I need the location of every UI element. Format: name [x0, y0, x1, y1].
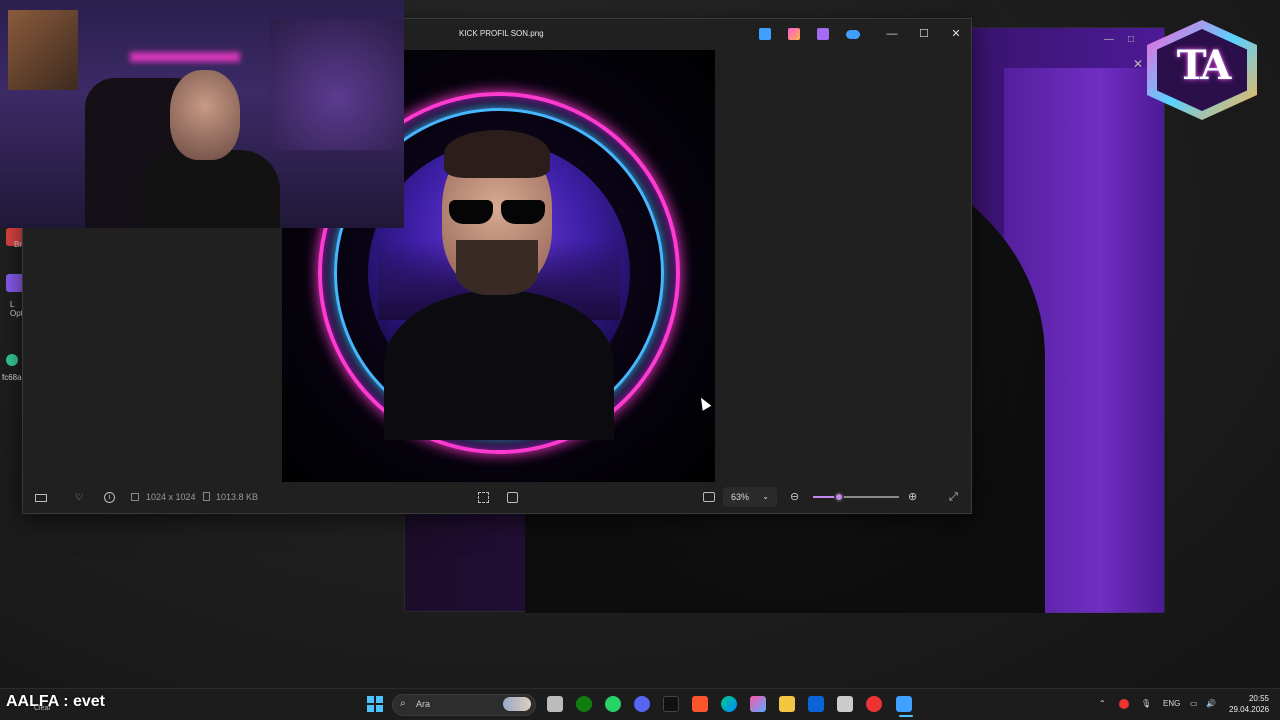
clock-date: 29.04.2026 — [1229, 705, 1270, 714]
mouse-cursor — [696, 395, 712, 411]
copilot-icon[interactable] — [750, 696, 766, 712]
active-app-indicator — [899, 715, 913, 717]
maximize-button[interactable]: ☐ — [917, 27, 931, 41]
system-clock[interactable]: 20:55 29.04.2026 — [1229, 693, 1269, 715]
search-placeholder: Ara — [416, 699, 431, 709]
chat-sub-label: Clear — [34, 705, 51, 712]
image-dimensions: 1024 x 1024 — [146, 492, 196, 502]
sunglasses — [447, 200, 547, 224]
close-button[interactable]: ✕ — [949, 27, 963, 41]
portrait-hair — [444, 130, 550, 178]
file-size-icon — [203, 492, 210, 501]
desktop-icon-label: L Opt — [10, 300, 23, 318]
xbox-icon[interactable] — [576, 696, 592, 712]
favorite-icon[interactable]: ♡ — [75, 490, 83, 504]
windows-start-icon[interactable] — [367, 696, 383, 712]
streamer-head — [170, 70, 240, 160]
neon-light — [130, 52, 240, 62]
portrait-torso — [384, 290, 614, 440]
zoom-dropdown[interactable]: 63% ⌄ — [723, 487, 777, 507]
task-view-icon[interactable] — [547, 696, 563, 712]
adjust-icon[interactable] — [507, 492, 518, 503]
fullscreen-icon[interactable]: ⤢ — [949, 490, 958, 504]
app-icon[interactable] — [866, 696, 882, 712]
bg-maximize-button[interactable]: □ — [1123, 32, 1139, 48]
file-size: 1013.8 KB — [216, 492, 259, 502]
bg-minimize-button[interactable]: — — [1101, 32, 1117, 48]
zoom-in-icon[interactable]: ⊕ — [908, 490, 917, 504]
display-icon[interactable]: ▭ — [1190, 699, 1198, 708]
edit-icon[interactable] — [759, 28, 771, 40]
photos-taskbar-icon[interactable] — [896, 696, 912, 712]
crop-icon[interactable] — [478, 492, 489, 503]
media-app-icon[interactable] — [663, 696, 679, 712]
chevron-down-icon: ⌄ — [762, 492, 769, 501]
webcam-overlay — [0, 0, 404, 228]
dimensions-icon — [131, 493, 139, 501]
actual-size-icon[interactable] — [703, 492, 715, 502]
minimize-button[interactable]: — — [885, 27, 899, 41]
edge-icon[interactable] — [721, 696, 737, 712]
window-title: KICK PROFIL SON.png — [459, 29, 544, 38]
desktop-icon-label: fc68a( — [2, 373, 25, 382]
filmstrip-icon[interactable] — [35, 494, 47, 502]
designer-icon[interactable] — [788, 28, 800, 40]
info-icon[interactable]: i — [104, 492, 115, 503]
zoom-value: 63% — [731, 492, 750, 502]
desktop-icon-label: Br — [14, 240, 22, 249]
portrait-beard — [456, 240, 538, 295]
channel-logo-text: TA — [1176, 42, 1232, 89]
search-icon: ⌕ — [400, 698, 406, 709]
discord-icon[interactable] — [634, 696, 650, 712]
volume-icon[interactable]: 🔊 — [1206, 699, 1216, 708]
outlook-icon[interactable] — [808, 696, 824, 712]
zoom-slider-thumb[interactable] — [834, 492, 844, 502]
store-icon[interactable] — [837, 696, 853, 712]
language-indicator[interactable]: ENG — [1163, 699, 1180, 708]
onedrive-icon[interactable] — [846, 30, 860, 39]
chevron-up-icon[interactable]: ⌃ — [1099, 699, 1106, 708]
clock-time: 20:55 — [1248, 694, 1269, 703]
brave-icon[interactable] — [692, 696, 708, 712]
chat-overlay-message: AALFA : evet — [6, 693, 105, 711]
room-window — [270, 20, 404, 150]
microphone-icon[interactable]: 🎙 — [1141, 699, 1151, 708]
zoom-out-icon[interactable]: ⊖ — [790, 490, 799, 504]
streamer-body — [140, 150, 280, 228]
bottom-toolbar: ♡ i 1024 x 1024 1013.8 KB 63% ⌄ ⊖ ⊕ ⤢ — [23, 482, 971, 513]
search-highlight-icon — [503, 697, 531, 711]
bg-close-button[interactable]: ✕ — [1130, 56, 1146, 72]
clipchamp-icon[interactable] — [817, 28, 829, 40]
chat-text: : evet — [63, 693, 105, 710]
desktop-file-icon[interactable] — [6, 354, 18, 366]
tray-app-icon[interactable] — [1119, 699, 1129, 709]
whatsapp-icon[interactable] — [605, 696, 621, 712]
wall-poster — [8, 10, 78, 90]
file-explorer-icon[interactable] — [779, 696, 795, 712]
